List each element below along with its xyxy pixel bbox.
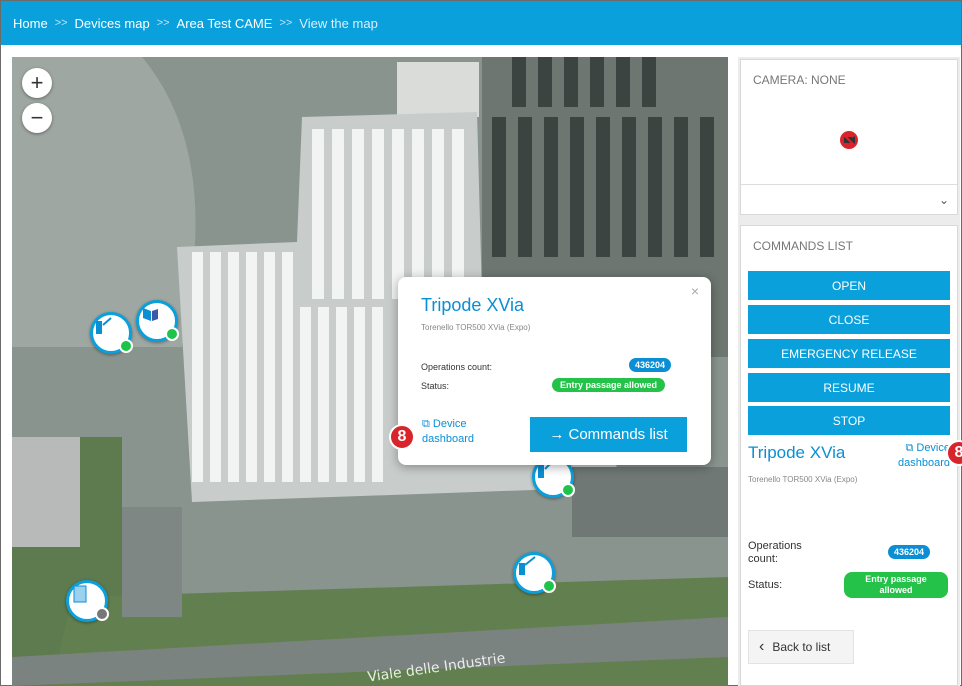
online-status-icon [561,483,575,497]
status-badge: Entry passage allowed [552,378,666,392]
status-label: Status: [748,579,783,591]
online-status-icon [119,339,133,353]
popup-device-model: Torenello TOR500 XVia (Expo) [421,323,531,332]
breadcrumb-devices-map[interactable]: Devices map [75,16,150,31]
breadcrumb-area[interactable]: Area Test CAME [177,16,273,31]
panel-device-icon [73,585,87,603]
operations-label: Operations count: [421,362,493,372]
breadcrumb: Home >> Devices map >> Area Test CAME >>… [1,1,961,45]
breadcrumb-separator: >> [279,17,293,29]
online-status-icon [165,327,179,341]
breadcrumb-separator: >> [156,17,170,29]
device-dashboard-link[interactable]: ⧉ Device dashboard [422,417,502,447]
breadcrumb-home[interactable]: Home [13,16,48,31]
chevron-left-icon: ‹ [759,638,765,655]
breadcrumb-separator: >> [54,17,68,29]
close-icon[interactable]: × [691,283,699,299]
resume-button[interactable]: RESUME [748,373,950,402]
device-popup: × Tripode XVia Torenello TOR500 XVia (Ex… [398,277,711,465]
commands-list-button[interactable]: → Commands list [530,417,687,452]
panel-marker[interactable] [66,580,109,622]
camera-title: CAMERA: NONE [753,73,846,87]
camera-select[interactable]: ⌄ [741,184,957,214]
gate-marker[interactable] [136,300,179,342]
barrier-icon [519,556,536,575]
device-title: Tripode XVia [748,443,846,462]
operations-count-badge: 436204 [629,358,672,372]
turnstile-marker[interactable] [90,312,133,354]
back-to-list-label: Back to list [772,640,831,654]
turnstile-icon [96,317,112,334]
operations-count-badge: 436204 [888,545,931,559]
zoom-out-button[interactable]: − [22,103,52,133]
step-marker-badge: 8 [389,424,415,450]
external-link-icon: ⧉ [422,418,433,430]
close-button[interactable]: CLOSE [748,305,950,334]
popup-device-title: Tripode XVia [421,295,525,315]
gate-icon [143,308,158,321]
online-status-icon [542,579,556,593]
open-button[interactable]: OPEN [748,271,950,300]
status-label: Status: [421,381,450,391]
offline-status-icon [95,607,109,621]
barrier-marker[interactable] [513,552,556,594]
device-model: Torenello TOR500 XVia (Expo) [748,475,858,484]
operations-label: Operations count: [748,540,802,565]
chevron-down-icon: ⌄ [938,193,949,207]
stop-button[interactable]: STOP [748,406,950,435]
side-panel: CAMERA: NONE ⌄ COMMANDS LIST OPEN CLOSE … [738,57,962,686]
no-camera-icon [840,131,858,149]
emergency-release-button[interactable]: EMERGENCY RELEASE [748,339,950,368]
back-to-list-button[interactable]: ‹ Back to list [748,630,854,664]
commands-title: COMMANDS LIST [753,239,854,253]
status-badge: Entry passage allowed [844,572,948,598]
camera-card: CAMERA: NONE ⌄ [740,59,958,215]
external-link-icon: ⧉ [905,442,917,454]
zoom-in-button[interactable]: + [22,68,52,98]
breadcrumb-current: View the map [299,15,378,31]
device-dashboard-link[interactable]: ⧉ Device dashboard [884,441,950,471]
